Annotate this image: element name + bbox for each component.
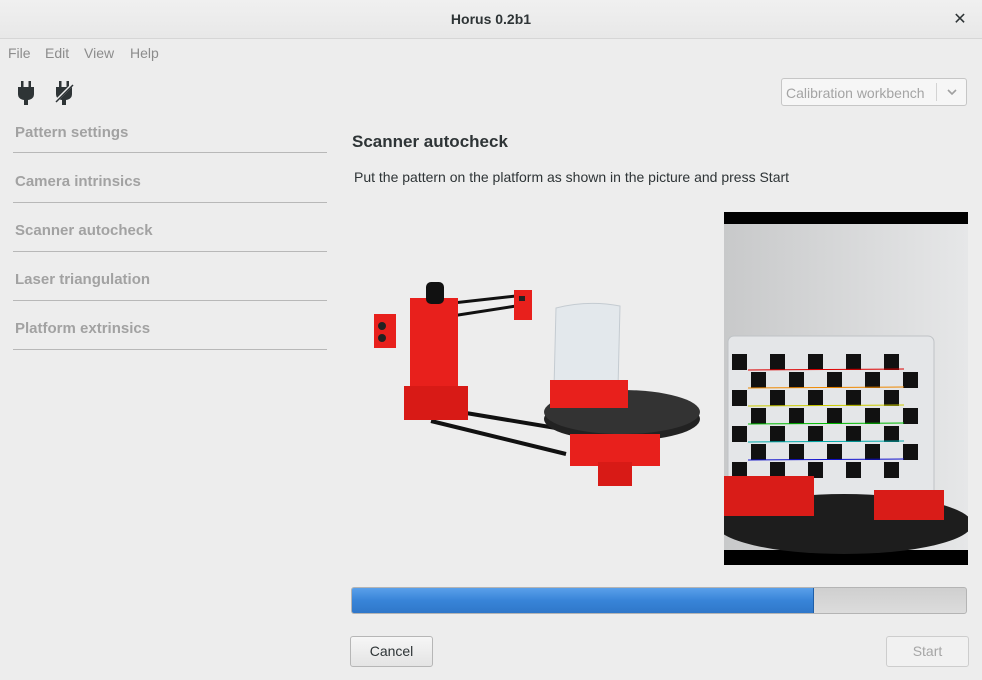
sidebar-item-label: Pattern settings	[15, 124, 129, 141]
camera-preview	[724, 212, 968, 565]
menu-edit[interactable]: Edit	[45, 45, 69, 61]
progress-bar-fill	[352, 588, 814, 613]
sidebar-item-label: Scanner autocheck	[15, 222, 153, 239]
dropdown-divider	[936, 83, 937, 101]
workbench-dropdown-value: Calibration workbench	[786, 85, 925, 101]
sidebar-item-scanner-autocheck[interactable]: Scanner autocheck	[13, 202, 327, 252]
camera-image	[724, 224, 968, 554]
window-title: Horus 0.2b1	[450, 11, 532, 27]
cancel-button[interactable]: Cancel	[350, 636, 433, 667]
menu-file[interactable]: File	[8, 45, 31, 61]
sidebar-item-pattern-settings[interactable]: Pattern settings	[13, 122, 327, 153]
start-button[interactable]: Start	[886, 636, 969, 667]
instruction-text: Put the pattern on the platform as shown…	[354, 169, 790, 185]
close-icon[interactable]: ✕	[952, 9, 968, 28]
workbench-dropdown[interactable]: Calibration workbench	[781, 78, 967, 106]
menu-help[interactable]: Help	[130, 45, 159, 61]
page-title: Scanner autocheck	[352, 132, 508, 151]
disconnect-icon[interactable]	[53, 80, 75, 106]
connect-icon[interactable]	[15, 80, 37, 106]
sidebar-item-label: Platform extrinsics	[15, 320, 151, 337]
title-bar: Horus 0.2b1 ✕	[0, 0, 982, 39]
chevron-down-icon	[947, 89, 957, 96]
scanner-illustration	[374, 282, 700, 486]
sidebar-item-label: Camera intrinsics	[15, 173, 141, 190]
menu-view[interactable]: View	[84, 45, 114, 61]
sidebar-item-label: Laser triangulation	[15, 271, 151, 288]
progress-bar	[351, 587, 967, 614]
sidebar-item-laser-triangulation[interactable]: Laser triangulation	[13, 251, 327, 301]
sidebar-item-platform-extrinsics[interactable]: Platform extrinsics	[13, 300, 327, 350]
sidebar-item-camera-intrinsics[interactable]: Camera intrinsics	[13, 153, 327, 203]
